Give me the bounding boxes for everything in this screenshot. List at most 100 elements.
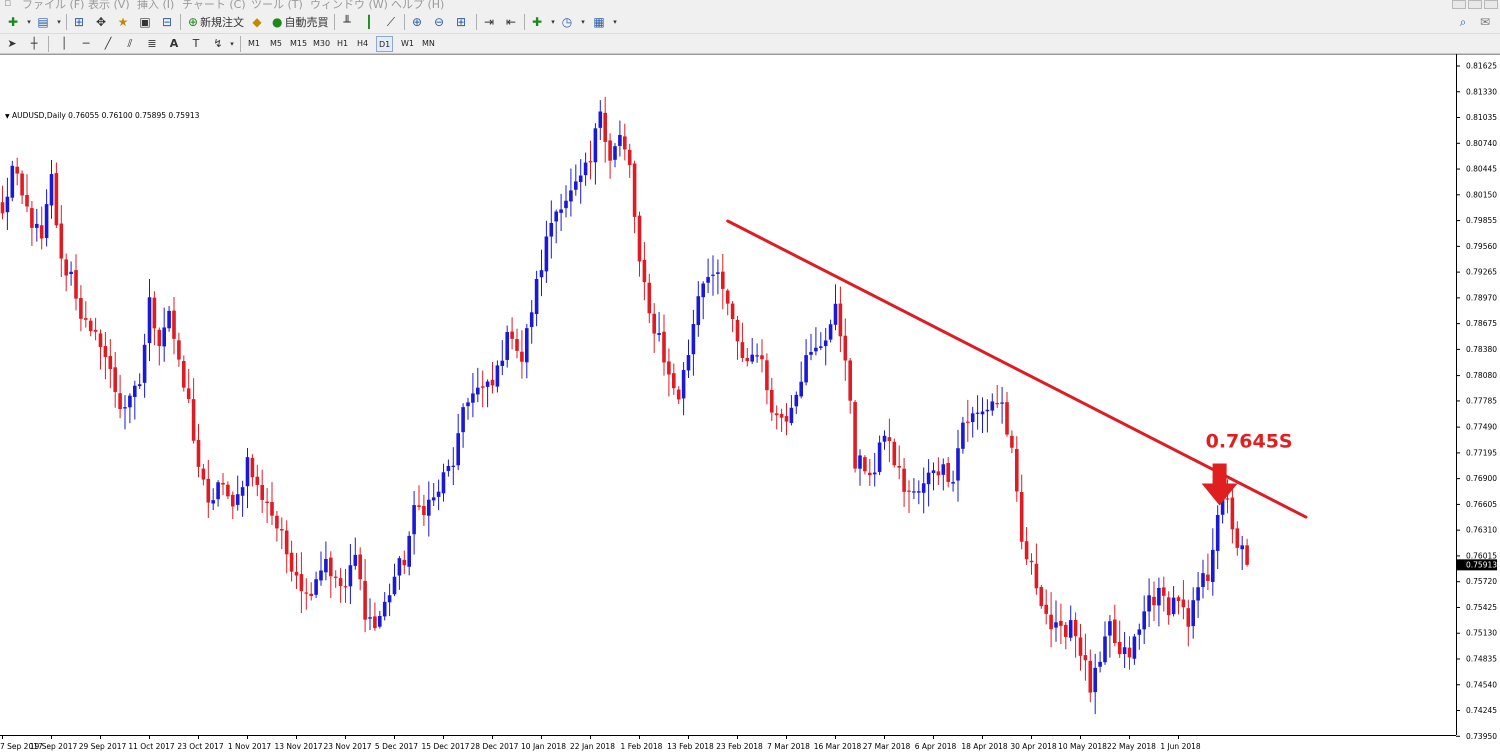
- price-tick-label: 0.81330: [1466, 87, 1497, 96]
- menu-help[interactable]: ヘルプ (H): [391, 0, 444, 10]
- terminal-icon[interactable]: ▣: [136, 13, 154, 31]
- candle-body: [848, 360, 852, 401]
- navigator-icon[interactable]: ★: [114, 13, 132, 31]
- timeframe-m5[interactable]: M5: [268, 36, 284, 52]
- candle-body: [1230, 497, 1235, 530]
- candle-body: [1029, 560, 1034, 563]
- menu-bar: ▫ ファイル (F) 表示 (V) 挿入 (I) チャート (C) ツール (T…: [0, 0, 1500, 10]
- channel-icon[interactable]: ⫽: [122, 36, 138, 52]
- candle-body: [539, 270, 544, 278]
- price-tick-label: 0.78675: [1466, 319, 1497, 328]
- candle-body: [534, 278, 539, 315]
- new-order-label: 新規注文: [200, 16, 245, 29]
- new-order-button[interactable]: ⊕ 新規注文: [184, 13, 248, 31]
- time-tick-label: 28 Dec 2017: [471, 742, 519, 751]
- candle-body: [1039, 587, 1044, 607]
- tile-windows-icon[interactable]: ⊞: [452, 13, 470, 31]
- market-watch-icon[interactable]: ⊞: [70, 13, 88, 31]
- zoom-out-icon[interactable]: ⊖: [430, 13, 448, 31]
- vertical-line-icon[interactable]: │: [56, 36, 72, 52]
- candle-body: [564, 200, 568, 209]
- candle-body: [1191, 600, 1195, 627]
- zoom-in-icon[interactable]: ⊕: [408, 13, 426, 31]
- price-tick-label: 0.79560: [1466, 242, 1497, 251]
- candle-body: [774, 413, 779, 416]
- auto-scroll-icon[interactable]: ⇥: [480, 13, 498, 31]
- minimize-button[interactable]: [1452, 0, 1466, 9]
- menu-file[interactable]: ファイル (F): [22, 0, 84, 10]
- candle-body: [392, 576, 397, 595]
- menu-insert[interactable]: 挿入 (I): [137, 0, 174, 10]
- candle-body: [196, 440, 201, 467]
- chart-menu-icon[interactable]: ▼: [5, 113, 10, 120]
- candle-body: [667, 361, 671, 375]
- timeframe-h1[interactable]: H1: [335, 36, 350, 52]
- text-icon[interactable]: A: [166, 36, 182, 52]
- candle-body: [549, 222, 554, 237]
- time-tick-label: 1 Jun 2018: [1160, 742, 1201, 751]
- timeframe-m30[interactable]: M30: [311, 36, 332, 52]
- candle-body: [779, 413, 784, 418]
- candle-body: [309, 593, 313, 596]
- timeframe-m1[interactable]: M1: [246, 36, 262, 52]
- chat-icon[interactable]: ✉: [1476, 13, 1494, 31]
- metaeditor-icon[interactable]: ◆: [248, 13, 266, 31]
- candle-body: [750, 354, 754, 362]
- candle-body: [1019, 492, 1024, 542]
- candle-body: [819, 346, 823, 348]
- menu-chart[interactable]: チャート (C): [182, 0, 246, 10]
- price-chart[interactable]: 0.81625 0.81330 0.81035 0.80740 0.80445 0.801…: [0, 54, 1500, 755]
- text-label-icon[interactable]: T: [188, 36, 204, 52]
- menu-view[interactable]: 表示 (V): [88, 0, 130, 10]
- candlestick-icon[interactable]: ┃: [360, 13, 378, 31]
- timeframe-mn[interactable]: MN: [420, 36, 437, 52]
- price-tick-label: 0.81625: [1466, 62, 1497, 71]
- cursor-icon[interactable]: ➤: [4, 36, 20, 52]
- line-chart-icon[interactable]: ⟋: [382, 13, 400, 31]
- candle-body: [0, 202, 5, 214]
- templates-dropdown-icon[interactable]: ▾: [606, 13, 624, 31]
- candle-body: [1142, 611, 1146, 630]
- timeframe-m15[interactable]: M15: [288, 36, 309, 52]
- timeframe-w1[interactable]: W1: [399, 36, 416, 52]
- timeframe-h4[interactable]: H4: [355, 36, 370, 52]
- candle-body: [1132, 636, 1137, 659]
- candle-body: [662, 331, 666, 363]
- crosshair-icon[interactable]: ┼: [26, 36, 42, 52]
- horizontal-line-icon[interactable]: ─: [78, 36, 94, 52]
- candle-body: [495, 365, 500, 387]
- candle-body: [510, 331, 514, 339]
- candle-body: [490, 379, 495, 386]
- candle-body: [275, 515, 279, 529]
- chart-window[interactable]: 0.81625 0.81330 0.81035 0.80740 0.80445 0.801…: [0, 54, 1500, 755]
- fibonacci-icon[interactable]: ≣: [144, 36, 160, 52]
- bar-chart-icon[interactable]: ╨: [338, 13, 356, 31]
- time-tick-label: 10 Jan 2018: [521, 742, 566, 751]
- candle-body: [417, 505, 421, 507]
- arrows-dropdown-icon[interactable]: ▾: [224, 36, 240, 52]
- candle-body: [980, 411, 985, 415]
- strategy-tester-icon[interactable]: ⊟: [158, 13, 176, 31]
- candle-body: [1113, 619, 1117, 644]
- candle-body: [505, 331, 509, 360]
- timeframe-d1[interactable]: D1: [376, 36, 394, 52]
- candle-body: [422, 505, 426, 516]
- chart-title-text: AUDUSD,Daily 0.76055 0.76100 0.75895 0.7…: [12, 111, 200, 120]
- close-button[interactable]: [1484, 0, 1498, 9]
- candle-body: [358, 554, 362, 580]
- data-window-icon[interactable]: ✥: [92, 13, 110, 31]
- candle-body: [966, 421, 970, 423]
- search-icon[interactable]: ⌕: [1454, 13, 1472, 31]
- trendline-icon[interactable]: ╱: [100, 36, 116, 52]
- auto-trading-button[interactable]: ● 自動売買: [268, 13, 332, 31]
- restore-button[interactable]: [1468, 0, 1482, 9]
- price-tick-label: 0.76605: [1466, 500, 1497, 509]
- chart-shift-icon[interactable]: ⇤: [502, 13, 520, 31]
- candle-body: [324, 558, 328, 573]
- menu-window[interactable]: ウィンドウ (W): [310, 0, 388, 10]
- menu-tools[interactable]: ツール (T): [251, 0, 303, 10]
- candle-body: [872, 472, 877, 475]
- candle-body: [1054, 622, 1058, 628]
- candle-body: [39, 225, 44, 239]
- candle-body: [157, 329, 162, 347]
